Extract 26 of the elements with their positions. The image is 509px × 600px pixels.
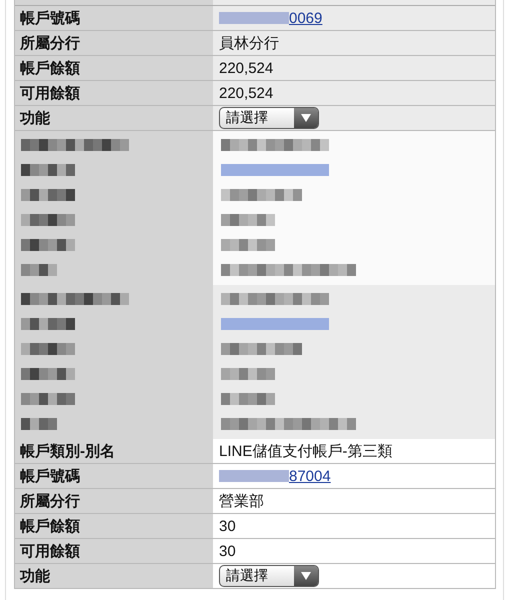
row-label: 帳戶餘額 [15,514,213,538]
function-dropdown[interactable]: 請選擇 [219,565,319,587]
pixelated-mask [219,470,289,482]
row-label: 帳戶號碼 [15,6,213,30]
row-label: 帳戶號碼 [15,464,213,488]
row-label: 所屬分行 [15,489,213,513]
account-number-link[interactable]: 0069 [289,10,322,26]
row-value: 220,524 [219,84,274,102]
row-value: 30 [219,542,236,560]
function-dropdown[interactable]: 請選擇 [219,107,319,129]
row-value: LINE儲值支付帳戶-第三類 [219,442,392,460]
caret-icon [300,571,312,581]
pixelated-mask [219,12,289,24]
row-label: 所屬分行 [15,31,213,55]
row-label: 帳戶類別-別名 [15,439,213,463]
row-label: 可用餘額 [15,539,213,563]
caret-icon [300,113,312,123]
row-value: 營業部 [219,492,264,510]
row-label: 功能 [15,106,213,130]
row-value: 30 [219,518,236,534]
row-label: 帳戶餘額 [15,56,213,80]
row-value: 220,524 [219,60,274,76]
row-label: 可用餘額 [15,81,213,105]
account-number-link[interactable]: 87004 [289,468,331,484]
row-label: 功能 [15,564,213,588]
row-value: 員林分行 [219,34,279,52]
